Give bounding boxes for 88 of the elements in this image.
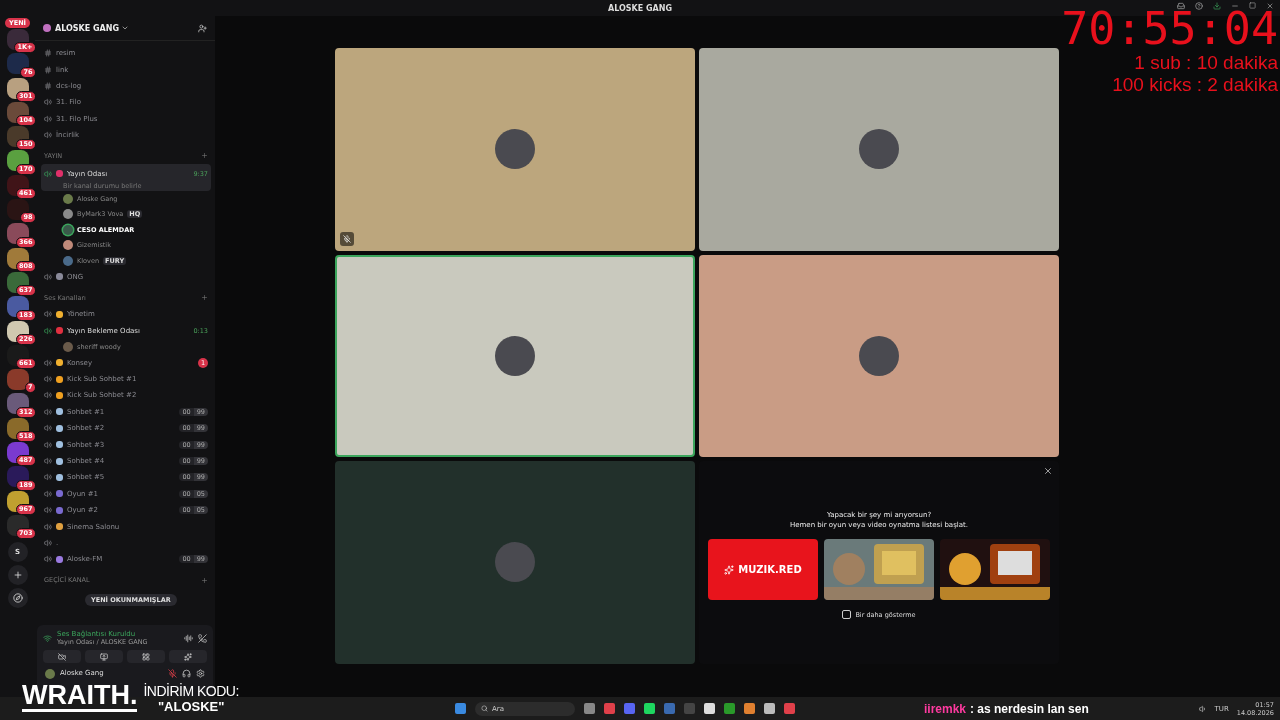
video-tile[interactable]	[335, 461, 695, 664]
screen-share-button[interactable]	[85, 650, 123, 663]
speaker-icon	[44, 424, 52, 433]
timer-rule: 1 sub : 10 dakika	[1134, 52, 1278, 74]
plus-icon	[12, 570, 23, 581]
settings-icon	[196, 669, 205, 678]
avatar	[859, 129, 899, 170]
minimize-icon	[1231, 2, 1239, 10]
discover-button[interactable]	[7, 588, 28, 609]
promo-label: İNDİRİM KODU:	[143, 683, 239, 699]
activity-card[interactable]: MUZIK.RED	[708, 539, 818, 600]
app-icon[interactable]	[744, 703, 755, 714]
chevron-down-icon	[121, 24, 130, 32]
app-icon[interactable]	[584, 703, 595, 714]
speaker-icon	[44, 358, 52, 367]
close-button[interactable]	[1043, 466, 1053, 476]
hash-icon	[44, 65, 52, 74]
hash-icon	[44, 81, 52, 90]
speaker-icon	[44, 326, 52, 335]
speaker-icon	[44, 407, 52, 416]
chat-username: iiremkk	[924, 701, 967, 716]
plus-icon	[201, 152, 208, 160]
speaker-icon	[44, 440, 52, 449]
plus-icon	[201, 294, 208, 302]
screen-share-icon	[100, 652, 108, 661]
soundwave-icon	[184, 633, 193, 643]
avatar	[495, 335, 535, 376]
activities-button[interactable]	[127, 650, 165, 663]
camera-button[interactable]	[43, 650, 81, 663]
speaker-icon	[44, 272, 52, 281]
speaker-icon	[44, 310, 52, 319]
server-icon	[43, 24, 51, 32]
maximize-icon	[1249, 2, 1256, 9]
speaker-icon	[44, 169, 52, 178]
chat-message: : as nerdesin lan sen	[970, 701, 1089, 716]
add-server-button[interactable]	[7, 565, 28, 586]
speaker-icon	[44, 131, 52, 140]
speaker-icon	[44, 522, 52, 531]
search-icon	[481, 705, 488, 712]
speaker-icon	[44, 375, 52, 384]
plus-icon	[201, 576, 208, 584]
promo-code: "ALOSKE"	[157, 699, 225, 714]
disconnect-icon	[198, 633, 207, 643]
speaker-icon	[44, 538, 52, 547]
soundboard-button[interactable]	[169, 650, 207, 663]
app-icon[interactable]	[704, 703, 715, 714]
app-icon[interactable]	[604, 703, 615, 714]
timer-rule: 100 kicks : 2 dakika	[1112, 74, 1278, 96]
headphones-icon	[182, 669, 191, 678]
app-icon[interactable]	[784, 703, 795, 714]
avatar	[495, 542, 535, 583]
compass-icon	[12, 593, 23, 604]
avatar	[495, 129, 535, 170]
app-icon[interactable]	[724, 703, 735, 714]
app-icon[interactable]	[624, 703, 635, 714]
avatar	[859, 335, 899, 376]
speaker-icon	[44, 555, 52, 564]
video-tile[interactable]	[699, 48, 1059, 251]
connection-icon	[43, 633, 52, 643]
grid-icon	[142, 652, 150, 661]
avatar	[45, 669, 55, 679]
speaker-icon	[44, 457, 52, 465]
close-icon	[1266, 2, 1274, 10]
video-tile[interactable]	[335, 254, 695, 457]
countdown-timer: 70:55:04	[1061, 6, 1278, 52]
speaker-icon	[44, 114, 52, 123]
speaker-icon	[44, 98, 52, 107]
sponsor-logo: WRAITH.	[22, 681, 138, 712]
camera-off-icon	[58, 652, 66, 661]
download-icon	[1213, 2, 1221, 10]
server-name[interactable]: ALOSKE GANG	[55, 23, 120, 33]
inbox-icon	[1177, 2, 1185, 10]
window-title: ALOSKE GANG	[607, 3, 672, 13]
mic-muted-icon	[340, 231, 354, 246]
start-icon[interactable]	[455, 703, 466, 714]
speaker-icon	[44, 473, 52, 482]
volume-icon	[1198, 704, 1207, 713]
app-icon[interactable]	[644, 703, 655, 714]
video-tile[interactable]	[699, 254, 1059, 457]
hash-icon	[44, 49, 52, 58]
app-icon[interactable]	[764, 703, 775, 714]
speaker-icon	[44, 391, 52, 400]
speaker-icon	[44, 506, 52, 515]
sparkles-icon	[184, 652, 192, 661]
video-tile[interactable]	[335, 48, 695, 251]
help-icon	[1195, 2, 1203, 10]
speaker-icon	[44, 489, 52, 498]
invite-icon	[198, 23, 207, 33]
